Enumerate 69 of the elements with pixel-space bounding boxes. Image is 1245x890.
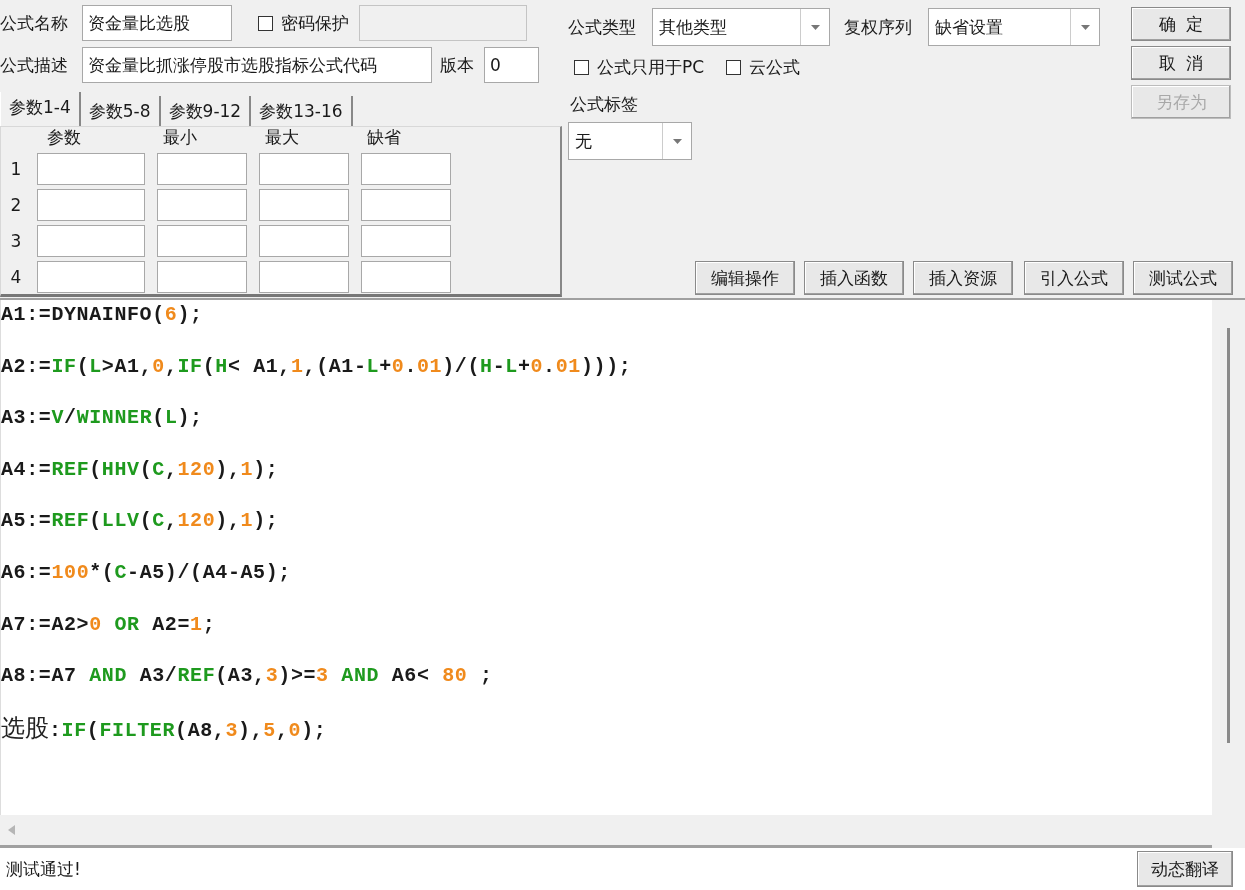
field-label: 复权序列 [844,15,912,39]
param-field[interactable] [37,189,145,221]
code-line: A6:=100*(C-A5)/(A4-A5); [1,559,291,586]
param-field[interactable] [37,225,145,257]
param-field[interactable] [361,225,451,257]
checkbox[interactable] [726,60,742,75]
code-line: A1:=DYNAINFO(6); [1,302,203,328]
caret-icon [1080,24,1090,30]
code-line: A2:=IF(L>A1,0,IF(H< A1,1,(A1-L+0.01)/(H-L+0.01))); [1,353,632,380]
dialog-button[interactable]: 确 定 [1131,7,1231,41]
caret-icon [810,24,820,30]
field-label: 公式标签 [570,93,639,116]
checkbox-label: 云公式 [749,56,801,79]
column-header: 最小 [162,127,198,149]
row-number: 4 [9,267,23,287]
param-field[interactable] [259,189,349,221]
checkbox-label: 密码保护 [281,11,349,35]
param-field[interactable] [259,225,349,257]
dialog-button[interactable]: 取 消 [1131,46,1231,80]
version-field[interactable]: 0 [484,47,539,83]
checkbox-label: 公式只用于PC [597,56,705,79]
dropdown[interactable]: 缺省设置 [928,8,1100,46]
checkbox[interactable] [574,60,589,75]
param-field[interactable] [259,261,349,293]
row-number: 3 [9,231,23,251]
vertical-scrollbar[interactable] [1212,300,1245,815]
field-label: 公式描述 [0,53,68,77]
translate-button[interactable]: 动态翻译 [1137,851,1233,887]
left-arrow-icon[interactable] [8,825,15,835]
field-label: 版本 [440,53,474,77]
toolbar-button[interactable]: 编辑操作 [695,261,795,295]
param-field[interactable] [37,153,145,185]
tab[interactable]: 参数13-16 [251,96,353,126]
code-line: A4:=REF(HHV(C,120),1); [1,456,279,483]
dropdown[interactable]: 无 [568,122,692,160]
checkbox[interactable] [258,15,273,31]
field-label: 公式类型 [568,15,636,39]
column-header: 缺省 [366,127,402,149]
code-line: A5:=REF(LLV(C,120),1); [1,508,279,535]
toolbar-button[interactable]: 引入公式 [1024,261,1124,295]
param-field[interactable] [361,189,451,221]
tab[interactable]: 参数9-12 [160,96,252,126]
caret-icon [672,138,682,144]
tab[interactable]: 参数1-4 [0,92,81,126]
param-field[interactable] [157,225,247,257]
name-field[interactable]: 资金量比选股 [82,5,232,41]
column-header: 最大 [264,127,300,149]
code-line: A3:=V/WINNER(L); [1,405,203,432]
param-field[interactable] [157,153,247,185]
description-field[interactable]: 资金量比抓涨停股市选股指标公式代码 [82,47,432,83]
param-field[interactable] [37,261,145,293]
status-message: 测试通过! [6,857,81,881]
row-number: 1 [9,159,23,179]
toolbar-button[interactable]: 插入资源 [913,261,1013,295]
toolbar-button[interactable]: 测试公式 [1133,261,1233,295]
param-field[interactable] [361,153,451,185]
toolbar-button[interactable]: 插入函数 [804,261,904,295]
param-field[interactable] [157,261,247,293]
dropdown[interactable]: 其他类型 [652,8,830,46]
param-field[interactable] [157,189,247,221]
code-line: A7:=A2>0 OR A2=1; [1,611,216,638]
param-field[interactable] [361,261,451,293]
field-label: 公式名称 [0,11,68,35]
row-number: 2 [9,195,23,215]
tab[interactable]: 参数5-8 [80,96,161,126]
param-field[interactable] [259,153,349,185]
code-line: A8:=A7 AND A3/REF(A3,3)>=3 AND A6< 80 ; [1,663,493,690]
column-header: 参数 [46,127,82,149]
code-line: 选股:IF(FILTER(A8,3),5,0); [1,714,327,744]
